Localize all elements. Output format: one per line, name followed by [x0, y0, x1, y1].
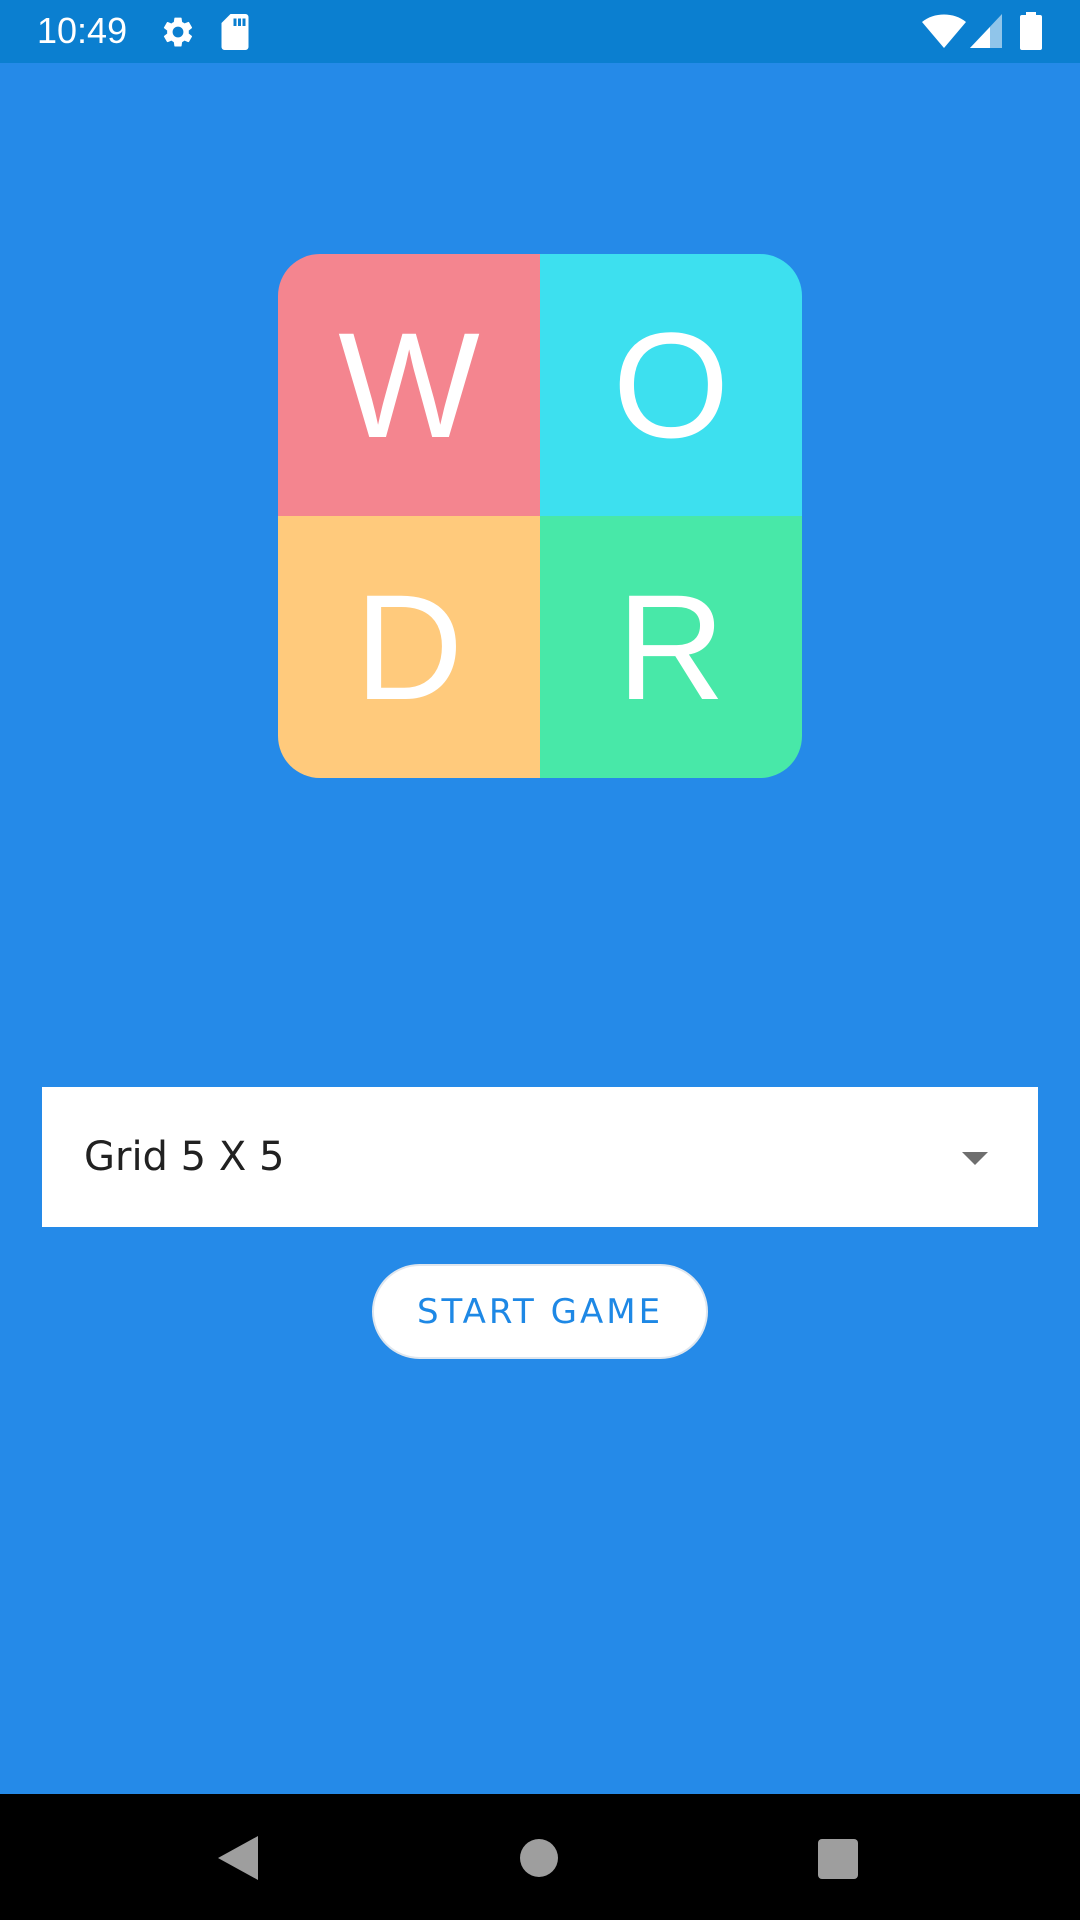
logo-tile-r: R — [540, 516, 802, 778]
status-bar: 10:49 — [0, 0, 1080, 63]
grid-size-selected: Grid 5 X 5 — [84, 1134, 285, 1180]
signal-icon — [970, 14, 1002, 48]
logo-tile-o: O — [540, 254, 802, 516]
recents-icon[interactable] — [818, 1839, 858, 1879]
word-logo: W O D R — [278, 254, 802, 778]
dropdown-arrow-icon[interactable] — [962, 1152, 988, 1165]
screen: 10:49 W O D R Grid 5 X 5 START GAME — [0, 0, 1080, 1920]
wifi-icon — [922, 14, 966, 48]
logo-tile-d: D — [278, 516, 540, 778]
back-icon[interactable] — [218, 1836, 258, 1880]
start-game-button[interactable]: START GAME — [372, 1264, 708, 1359]
grid-size-dropdown[interactable]: Grid 5 X 5 — [42, 1087, 1038, 1227]
logo-letter-d: D — [354, 563, 464, 731]
home-icon[interactable] — [520, 1839, 558, 1877]
gear-icon — [163, 17, 193, 47]
sd-card-icon — [221, 14, 249, 50]
logo-letter-w: W — [338, 301, 480, 469]
status-time: 10:49 — [37, 10, 128, 51]
logo-letter-o: O — [612, 301, 730, 469]
start-game-label: START GAME — [416, 1291, 664, 1332]
navigation-bar — [0, 1794, 1080, 1920]
battery-icon — [1020, 12, 1042, 50]
logo-letter-r: R — [616, 563, 726, 731]
logo-tile-w: W — [278, 254, 540, 516]
